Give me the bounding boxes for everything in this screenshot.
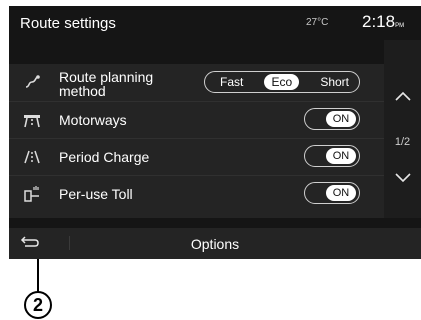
infotainment-screen: Route settings 27°C 2:18PM Route plannin… xyxy=(9,6,421,259)
row-period-charge: Period Charge ON xyxy=(9,138,384,175)
chevron-down-icon[interactable] xyxy=(384,170,421,188)
row-route-planning-method: Route planning method Fast Eco Short xyxy=(9,64,384,100)
clock-time: 2:18 xyxy=(362,12,396,31)
route-planning-label: Route planning method xyxy=(59,69,154,99)
toggle-knob: ON xyxy=(326,111,356,127)
per-use-toll-label: Per-use Toll xyxy=(59,186,133,202)
route-method-selector: Fast Eco Short xyxy=(204,71,360,93)
settings-list: Route planning method Fast Eco Short Moto… xyxy=(9,64,384,218)
option-eco[interactable]: Eco xyxy=(264,74,300,90)
clock: 2:18PM xyxy=(362,12,404,32)
per-use-toll-toggle[interactable]: ON xyxy=(304,182,360,204)
callout-line xyxy=(37,259,39,292)
period-charge-icon xyxy=(23,148,41,166)
page-indicator: 1/2 xyxy=(394,136,411,148)
callout-number: 2 xyxy=(24,291,52,319)
row-per-use-toll: Per-use Toll ON xyxy=(9,175,384,212)
options-button[interactable]: Options xyxy=(9,236,421,252)
outside-temperature: 27°C xyxy=(306,17,329,28)
motorway-icon xyxy=(23,111,41,129)
option-short[interactable]: Short xyxy=(320,75,349,89)
motorways-label: Motorways xyxy=(59,112,127,128)
period-charge-toggle[interactable]: ON xyxy=(304,145,360,167)
toll-icon xyxy=(23,185,41,203)
option-fast[interactable]: Fast xyxy=(220,75,243,89)
row-motorways: Motorways ON xyxy=(9,101,384,138)
bottom-bar: Options xyxy=(9,228,421,259)
period-charge-label: Period Charge xyxy=(59,149,150,165)
chevron-up-icon[interactable] xyxy=(384,88,421,106)
toggle-knob: ON xyxy=(326,148,356,164)
toggle-knob: ON xyxy=(326,185,356,201)
pager: 1/2 xyxy=(384,40,421,218)
header-bar: Route settings 27°C 2:18PM xyxy=(9,6,421,40)
page-title: Route settings xyxy=(20,15,116,32)
clock-ampm: PM xyxy=(395,23,405,29)
route-icon xyxy=(23,73,41,91)
motorways-toggle[interactable]: ON xyxy=(304,108,360,130)
